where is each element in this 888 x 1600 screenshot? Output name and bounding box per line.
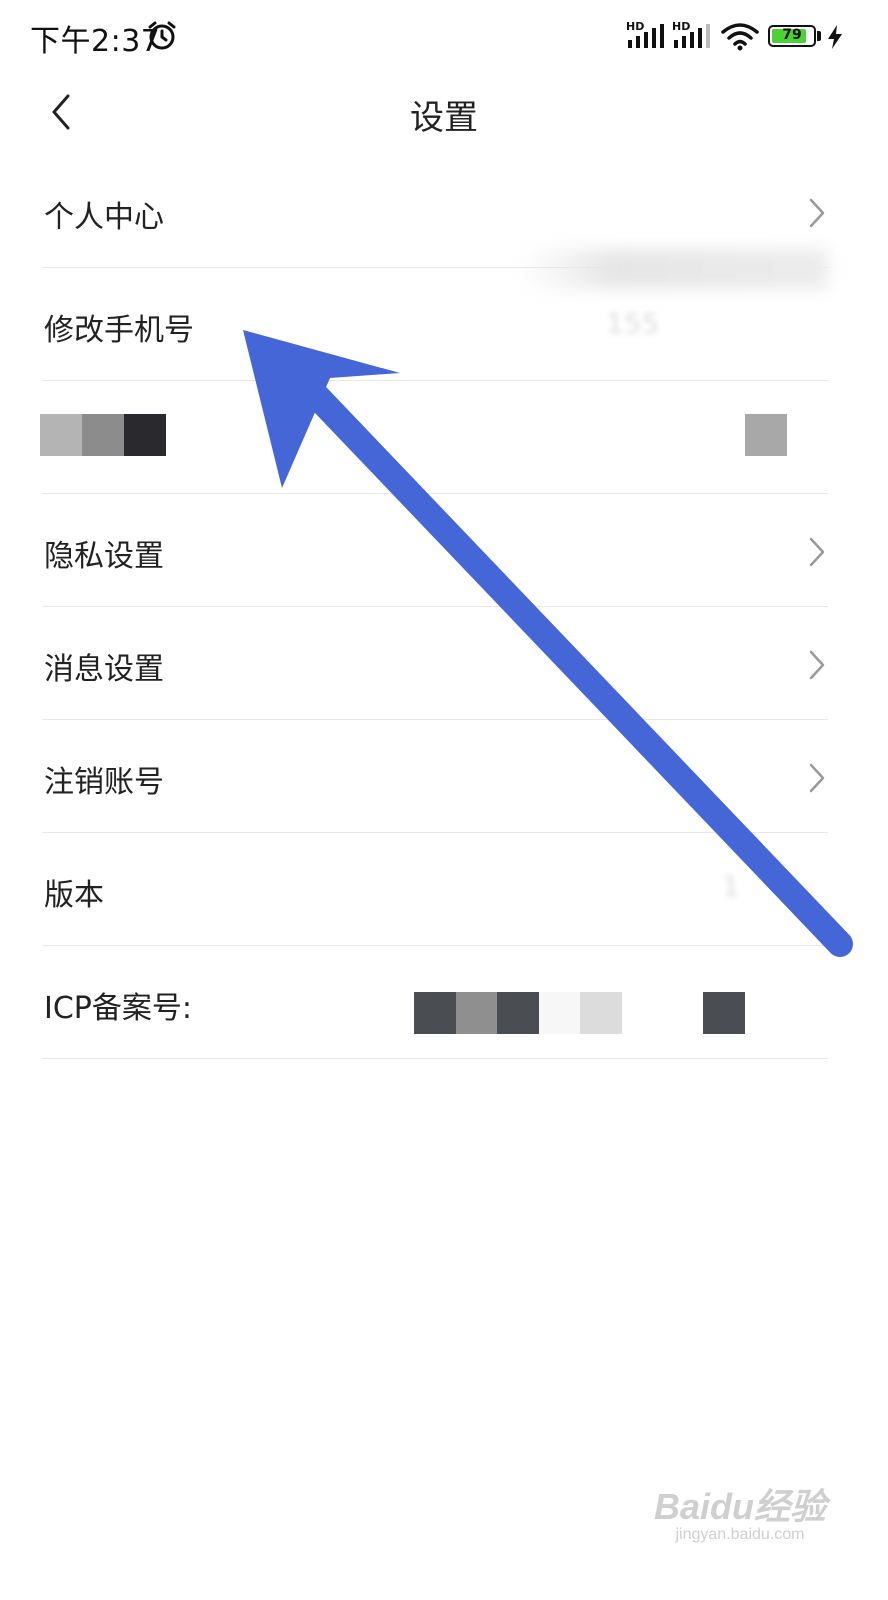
blurred-region <box>520 249 828 289</box>
redacted-block <box>124 414 166 456</box>
phone-value: 155 <box>606 307 660 340</box>
hd-label-1: HD <box>626 20 645 33</box>
nav-bar: 设置 <box>0 76 888 146</box>
divider <box>42 1058 828 1059</box>
settings-item-redacted[interactable] <box>0 382 888 494</box>
settings-item-version[interactable]: 版本 1 <box>0 834 888 946</box>
settings-item-label: 修改手机号 <box>44 313 194 348</box>
baidu-watermark: Baidu经验 jingyan.baidu.com <box>654 1478 826 1544</box>
battery-icon: 79 <box>768 25 816 47</box>
settings-item-label: 版本 <box>44 878 104 913</box>
settings-item-label: ICP备案号: <box>44 991 192 1026</box>
chevron-right-icon <box>809 763 825 793</box>
version-value: 1 <box>722 870 740 903</box>
divider <box>42 606 828 607</box>
chevron-right-icon <box>809 537 825 567</box>
chevron-right-icon <box>809 650 825 680</box>
redacted-block <box>539 992 581 1034</box>
divider <box>42 493 828 494</box>
battery-level: 79 <box>782 27 802 43</box>
status-time: 下午2:37 <box>30 24 161 59</box>
redacted-block <box>414 992 456 1034</box>
divider <box>42 945 828 946</box>
redacted-block <box>745 414 787 456</box>
wifi-icon <box>721 23 759 51</box>
chevron-right-icon <box>809 198 825 228</box>
page-title: 设置 <box>410 98 478 138</box>
settings-item-label: 隐私设置 <box>44 539 164 574</box>
hd-label-2: HD <box>672 20 691 33</box>
redacted-block <box>703 992 745 1034</box>
redacted-block <box>82 414 124 456</box>
signal-strength-1: HD <box>626 20 666 54</box>
settings-item-change-phone[interactable]: 修改手机号 155 <box>0 249 888 381</box>
settings-item-label: 注销账号 <box>44 765 164 800</box>
charging-bolt-icon <box>828 25 842 49</box>
divider <box>42 832 828 833</box>
redacted-block <box>40 414 82 456</box>
settings-item-label: 消息设置 <box>44 652 164 687</box>
status-bar: 下午2:37 HD HD 79 <box>0 0 888 76</box>
settings-item-notifications[interactable]: 消息设置 <box>0 608 888 720</box>
redacted-block <box>580 992 622 1034</box>
settings-item-icp: ICP备案号: <box>0 947 888 1059</box>
settings-item-label: 个人中心 <box>44 200 164 235</box>
settings-item-delete-account[interactable]: 注销账号 <box>0 721 888 833</box>
settings-item-privacy[interactable]: 隐私设置 <box>0 495 888 607</box>
redacted-block <box>497 992 539 1034</box>
alarm-icon <box>148 21 176 50</box>
divider <box>42 380 828 381</box>
divider <box>42 719 828 720</box>
watermark-sub: jingyan.baidu.com <box>675 1526 805 1543</box>
battery-tip <box>817 31 821 41</box>
signal-strength-2: HD <box>672 20 712 54</box>
redacted-block <box>456 992 498 1034</box>
watermark-main: Baidu经验 <box>653 1486 826 1527</box>
